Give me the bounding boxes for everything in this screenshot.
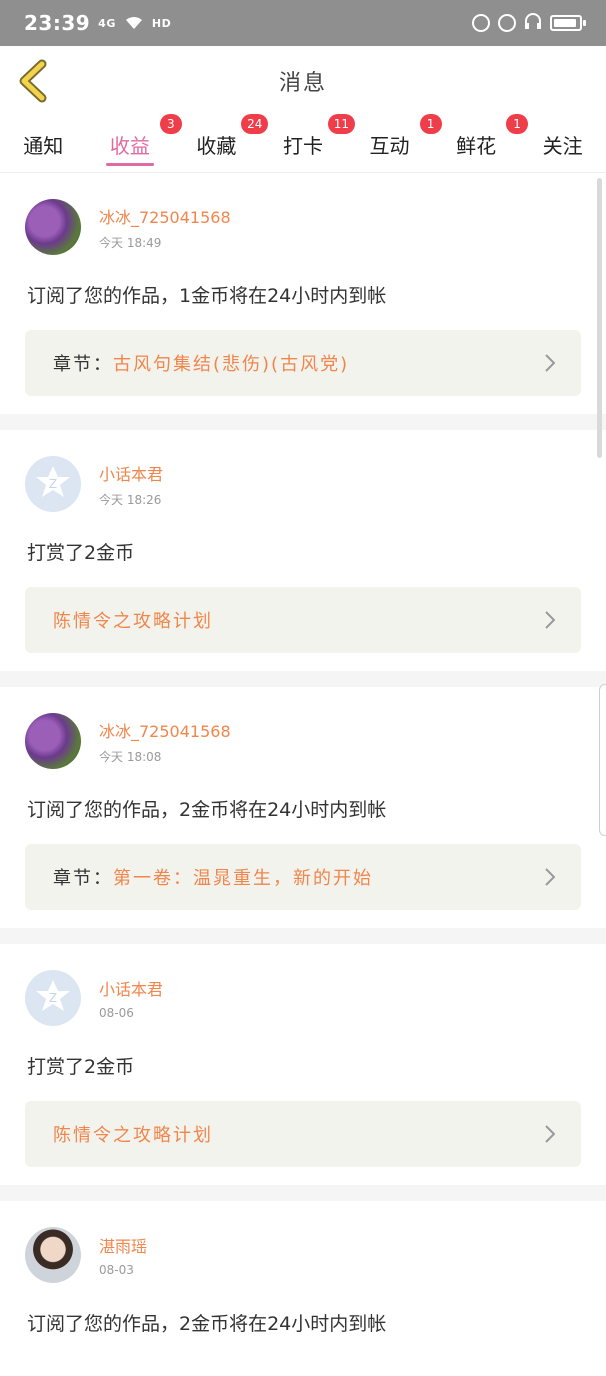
divider [0,671,606,687]
user-name[interactable]: 湛雨瑶 [99,1233,147,1257]
card-label: 章节： [53,868,113,889]
avatar[interactable]: Z [25,456,81,512]
tab-interaction[interactable]: 互动 1 [366,114,442,172]
tab-notifications[interactable]: 通知 [19,116,67,172]
avatar[interactable] [25,1227,81,1283]
tab-badge: 1 [419,114,442,134]
status-time-area: 23:39 4G HD [24,11,171,35]
work-link-card[interactable]: 陈情令之攻略计划 [25,1101,581,1167]
hd-indicator: HD [151,16,172,30]
chevron-right-icon [545,1125,556,1143]
default-avatar-icon: Z [33,976,73,1020]
message-text: 订阅了您的作品，2金币将在24小时内到帐 [27,799,387,821]
avatar[interactable]: Z [25,970,81,1026]
tab-label: 收藏 [196,133,237,158]
message-time: 今天 18:08 [99,749,162,764]
svg-text:Z: Z [49,991,57,1005]
message-text: 订阅了您的作品，1金币将在24小时内到帐 [27,285,387,307]
message-text: 打赏了2金币 [27,1056,135,1078]
chevron-right-icon [545,611,556,629]
tab-bar: 通知 收益 3 收藏 24 打卡 11 互动 1 鲜花 1 关注 [0,114,606,173]
divider [0,1185,606,1201]
page-title: 消息 [278,71,327,96]
chevron-right-icon [545,868,556,886]
avatar[interactable] [25,713,81,769]
card-label: 章节： [53,354,113,375]
tab-label: 打卡 [282,133,323,158]
divider [0,414,606,430]
lock-rotation-icon [472,14,490,32]
alarm-icon [498,14,516,32]
chevron-right-icon [545,354,556,372]
message-text: 订阅了您的作品，2金币将在24小时内到帐 [27,1313,387,1335]
tab-label: 鲜花 [456,133,497,158]
tab-checkin[interactable]: 打卡 11 [279,114,355,172]
message-time: 08-06 [99,1006,134,1020]
tab-favorites[interactable]: 收藏 24 [192,114,269,172]
work-link-card[interactable]: 章节： 古风句集结(悲伤)(古风党) [25,330,581,396]
work-link-card[interactable]: 章节： 第一卷：温晁重生，新的开始 [25,844,581,910]
list-item: 湛雨瑶 08-03 订阅了您的作品，2金币将在24小时内到帐 [0,1201,606,1376]
status-icons [472,12,586,34]
user-name[interactable]: 冰冰_725041568 [99,204,231,228]
battery-icon [550,15,586,31]
wifi-icon [124,11,144,35]
list-item: 冰冰_725041568 今天 18:08 订阅了您的作品，2金币将在24小时内… [0,687,606,928]
network-indicator: 4G [98,16,116,30]
message-time: 今天 18:49 [99,235,162,250]
edge-drawer-handle[interactable] [599,684,606,836]
message-time: 08-03 [99,1263,134,1277]
list-item: Z 小话本君 08-06 打赏了2金币 陈情令之攻略计划 [0,944,606,1185]
message-list: 冰冰_725041568 今天 18:49 订阅了您的作品，1金币将在24小时内… [0,173,606,1376]
tab-label: 收益 [109,133,150,158]
tab-badge: 24 [241,114,269,134]
card-value: 古风句集结(悲伤)(古风党) [113,354,350,375]
user-name[interactable]: 冰冰_725041568 [99,718,231,742]
status-time: 23:39 [24,11,91,35]
divider [0,928,606,944]
tab-follow[interactable]: 关注 [539,116,587,172]
tab-badge: 3 [159,114,182,134]
list-item: 冰冰_725041568 今天 18:49 订阅了您的作品，1金币将在24小时内… [0,173,606,414]
message-time: 今天 18:26 [99,492,162,507]
user-name[interactable]: 小话本君 [99,976,163,1000]
tab-label: 关注 [542,133,583,158]
tab-earnings[interactable]: 收益 3 [105,114,182,172]
tab-flowers[interactable]: 鲜花 1 [452,114,529,172]
back-arrow-icon[interactable] [14,58,54,104]
message-text: 打赏了2金币 [27,542,135,564]
scrollbar[interactable] [597,178,602,458]
header: 消息 [0,46,606,116]
user-name[interactable]: 小话本君 [99,461,163,485]
tab-badge: 1 [506,114,529,134]
status-bar: 23:39 4G HD [0,0,606,46]
default-avatar-icon: Z [33,462,73,506]
svg-text:Z: Z [49,477,57,491]
list-item: Z 小话本君 今天 18:26 打赏了2金币 陈情令之攻略计划 [0,430,606,671]
headphones-icon [524,12,542,34]
work-link-card[interactable]: 陈情令之攻略计划 [25,587,581,653]
card-value: 第一卷：温晁重生，新的开始 [113,868,373,889]
card-value: 陈情令之攻略计划 [53,1125,213,1146]
tab-label: 通知 [23,133,64,158]
avatar[interactable] [25,199,81,255]
tab-badge: 11 [327,114,355,134]
card-value: 陈情令之攻略计划 [53,611,213,632]
tab-label: 互动 [369,133,410,158]
